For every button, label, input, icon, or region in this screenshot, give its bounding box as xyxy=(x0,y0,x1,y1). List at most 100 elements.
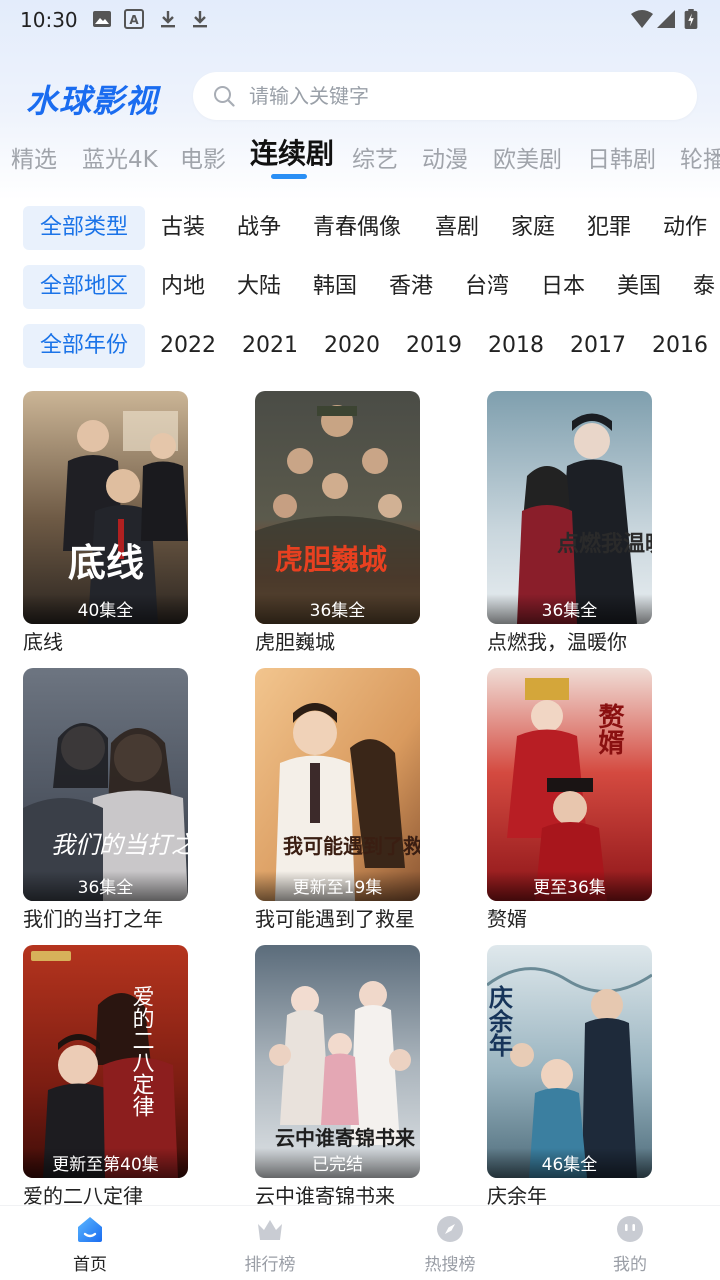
filter-type-option[interactable]: 青春偶像 xyxy=(313,206,401,250)
show-poster[interactable]: 赘婿 更至36集 xyxy=(487,668,652,901)
show-poster[interactable]: 云中谁寄锦书来 已完结 xyxy=(255,945,420,1178)
poster-title-art: 虎胆巍城 xyxy=(275,543,387,576)
poster-title-art: 云中谁寄锦书来 xyxy=(275,1126,416,1150)
filter-row-type: 全部类型 古装 战争 青春偶像 喜剧 家庭 犯罪 动作 xyxy=(0,206,720,250)
filter-row-year: 全部年份 2022 2021 2020 2019 2018 2017 2016 xyxy=(0,324,720,368)
show-card[interactable]: 虎胆巍城 36集全 虎胆巍城 xyxy=(255,391,455,661)
show-title[interactable]: 我可能遇到了救星 xyxy=(255,903,415,932)
poster-title-art: 我们的当打之年 xyxy=(51,831,188,859)
show-card[interactable]: 底线 40集全 底线 xyxy=(23,391,223,661)
episode-badge: 36集全 xyxy=(541,601,598,621)
poster-title-art: 爱的二八定律 xyxy=(129,985,155,1117)
filter-type-all[interactable]: 全部类型 xyxy=(23,206,145,250)
filter-region-option[interactable]: 香港 xyxy=(389,265,433,309)
download-icon xyxy=(193,11,207,28)
svg-text:A: A xyxy=(129,13,139,27)
filter-type-option[interactable]: 战争 xyxy=(237,206,281,250)
filter-year-all[interactable]: 全部年份 xyxy=(23,324,145,368)
filter-year-option[interactable]: 2020 xyxy=(324,324,380,368)
search-box[interactable] xyxy=(193,72,697,120)
poster-title-art: 我可能遇到了救星 xyxy=(283,834,420,858)
filter-type-option[interactable]: 古装 xyxy=(161,206,205,250)
status-bar: 10:30 A xyxy=(0,0,720,40)
tab-western-series[interactable]: 欧美剧 xyxy=(493,140,562,174)
filter-type-option[interactable]: 喜剧 xyxy=(435,206,479,250)
filter-year-option[interactable]: 2021 xyxy=(242,324,298,368)
episode-badge: 36集全 xyxy=(309,601,366,621)
episode-badge: 36集全 xyxy=(77,878,134,898)
filter-year-option[interactable]: 2017 xyxy=(570,324,626,368)
filter-region-option[interactable]: 美国 xyxy=(617,265,661,309)
poster-title-art: 点燃我温暖你 xyxy=(557,531,652,557)
tab-japan-korea-series[interactable]: 日韩剧 xyxy=(587,140,656,174)
tab-anime[interactable]: 动漫 xyxy=(422,140,468,174)
compass-icon xyxy=(437,1216,463,1242)
crown-icon xyxy=(258,1220,282,1240)
filter-region-option[interactable]: 大陆 xyxy=(237,265,281,309)
show-poster[interactable]: 我可能遇到了救星 更新至19集 xyxy=(255,668,420,901)
nav-hot-search[interactable]: 热搜榜 xyxy=(390,1206,510,1280)
signal-icon xyxy=(657,10,675,28)
show-card[interactable]: 我们的当打之年 36集全 我们的当打之年 xyxy=(23,668,223,938)
channel-tabs: 精选 蓝光4K 电影 连续剧 综艺 动漫 欧美剧 日韩剧 轮播 xyxy=(0,128,720,188)
filter-type-option[interactable]: 家庭 xyxy=(511,206,555,250)
show-poster[interactable]: 我们的当打之年 36集全 xyxy=(23,668,188,901)
filter-year-option[interactable]: 2016 xyxy=(652,324,708,368)
filter-region-option[interactable]: 泰 xyxy=(693,265,715,309)
show-poster[interactable]: 庆余年 46集全 xyxy=(487,945,652,1178)
search-input[interactable] xyxy=(249,72,679,120)
show-poster[interactable]: 虎胆巍城 36集全 xyxy=(255,391,420,624)
tab-bluray-4k[interactable]: 蓝光4K xyxy=(82,140,158,174)
show-card[interactable]: 云中谁寄锦书来 已完结 云中谁寄锦书来 xyxy=(255,945,455,1215)
nav-ranking[interactable]: 排行榜 xyxy=(210,1206,330,1280)
episode-badge: 更新至第40集 xyxy=(52,1155,159,1175)
filter-region-option[interactable]: 韩国 xyxy=(313,265,357,309)
filter-year-option[interactable]: 2018 xyxy=(488,324,544,368)
episode-badge: 40集全 xyxy=(77,601,134,621)
filter-year-option[interactable]: 2022 xyxy=(160,324,216,368)
show-title[interactable]: 我们的当打之年 xyxy=(23,903,163,932)
a-icon: A xyxy=(124,9,144,29)
filter-type-option[interactable]: 动作 xyxy=(663,206,707,250)
show-card[interactable]: 我可能遇到了救星 更新至19集 我可能遇到了救星 xyxy=(255,668,455,938)
episode-badge: 更新至19集 xyxy=(292,878,383,898)
filter-region-option[interactable]: 内地 xyxy=(161,265,205,309)
show-poster[interactable]: 点燃我温暖你 36集全 xyxy=(487,391,652,624)
tab-carousel[interactable]: 轮播 xyxy=(680,140,720,174)
show-card[interactable]: 庆余年 46集全 庆余年 xyxy=(487,945,687,1215)
show-title[interactable]: 底线 xyxy=(23,626,63,655)
show-title[interactable]: 虎胆巍城 xyxy=(255,626,335,655)
tab-variety[interactable]: 综艺 xyxy=(352,140,398,174)
show-title[interactable]: 点燃我，温暖你 xyxy=(487,626,627,655)
show-card[interactable]: 点燃我温暖你 36集全 点燃我，温暖你 xyxy=(487,391,687,661)
profile-icon xyxy=(617,1216,643,1242)
filter-year-option[interactable]: 2019 xyxy=(406,324,462,368)
nav-label: 排行榜 xyxy=(244,1255,296,1275)
show-poster[interactable]: 爱的二八定律 更新至第40集 xyxy=(23,945,188,1178)
poster-title-art: 底线 xyxy=(68,540,144,585)
nav-profile[interactable]: 我的 xyxy=(570,1206,690,1280)
filter-row-region: 全部地区 内地 大陆 韩国 香港 台湾 日本 美国 泰 xyxy=(0,265,720,309)
show-poster[interactable]: 底线 40集全 xyxy=(23,391,188,624)
tab-movies[interactable]: 电影 xyxy=(180,140,226,174)
bottom-nav: 首页 排行榜 热搜榜 我的 xyxy=(0,1205,720,1280)
download-icon xyxy=(161,11,175,28)
nav-label: 热搜榜 xyxy=(424,1255,476,1275)
poster-title-art: 赘婿 xyxy=(594,703,625,755)
filter-region-option[interactable]: 台湾 xyxy=(465,265,509,309)
nav-home[interactable]: 首页 xyxy=(30,1206,150,1280)
filter-region-option[interactable]: 日本 xyxy=(541,265,585,309)
status-time: 10:30 xyxy=(20,8,78,32)
show-card[interactable]: 爱的二八定律 更新至第40集 爱的二八定律 xyxy=(23,945,223,1215)
filter-type-option[interactable]: 犯罪 xyxy=(587,206,631,250)
tab-series[interactable]: 连续剧 xyxy=(250,132,334,172)
battery-icon xyxy=(684,9,698,29)
filter-region-all[interactable]: 全部地区 xyxy=(23,265,145,309)
wifi-icon xyxy=(631,10,653,28)
episode-badge: 更至36集 xyxy=(533,878,606,898)
episode-badge: 已完结 xyxy=(312,1155,363,1175)
show-title[interactable]: 赘婿 xyxy=(487,903,527,932)
tab-featured[interactable]: 精选 xyxy=(11,140,57,174)
image-icon xyxy=(93,11,111,27)
show-card[interactable]: 赘婿 更至36集 赘婿 xyxy=(487,668,687,938)
